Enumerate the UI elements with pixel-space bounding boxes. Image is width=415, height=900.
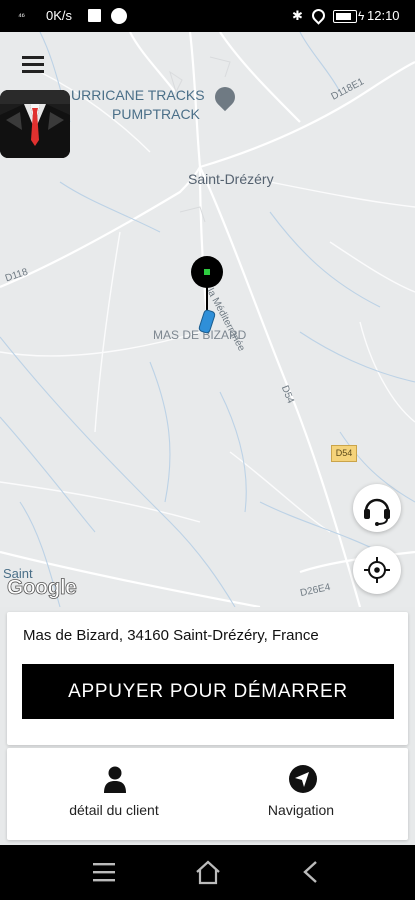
menu-icon[interactable] <box>22 56 48 76</box>
avatar[interactable] <box>0 90 70 158</box>
signal-icon: ⁴⁶ <box>18 11 25 21</box>
image-icon <box>88 9 101 22</box>
start-button[interactable]: APPUYER POUR DÉMARRER <box>22 664 394 719</box>
navigation-button[interactable]: Navigation <box>206 752 396 842</box>
navigation-label: Navigation <box>267 802 335 818</box>
google-attribution: Google <box>7 576 78 600</box>
crosshair-icon <box>364 557 390 583</box>
headset-icon <box>364 498 390 526</box>
driver-avatar-icon <box>0 90 70 158</box>
support-button[interactable] <box>353 484 401 532</box>
client-details-button[interactable]: détail du client <box>19 752 209 842</box>
map-label-village: Saint-Drézéry <box>188 171 274 187</box>
navigation-arrow-icon <box>289 765 317 793</box>
bluetooth-icon: ✱ <box>292 8 303 23</box>
road-badge: D54 <box>331 445 357 462</box>
client-details-label: détail du client <box>69 802 159 818</box>
network-speed: 0K/s <box>46 8 73 23</box>
back-icon[interactable] <box>300 860 320 884</box>
recent-apps-icon[interactable] <box>92 861 116 883</box>
map-label-place-2: PUMPTRACK <box>112 106 200 122</box>
circle-icon <box>111 8 127 24</box>
pickup-address: Mas de Bizard, 34160 Saint-Drézéry, Fran… <box>23 627 319 644</box>
my-location-button[interactable] <box>353 546 401 594</box>
home-icon[interactable] <box>194 859 222 885</box>
battery-icon <box>333 10 357 23</box>
charging-icon: ϟ <box>358 9 365 23</box>
person-icon <box>104 766 126 793</box>
location-icon <box>309 6 328 25</box>
clock: 12:10 <box>367 8 400 23</box>
system-nav-bar <box>0 845 415 900</box>
map-label-place: URRICANE TRACKS <box>71 87 205 103</box>
status-bar: ⁴⁶ 0K/s ✱ ϟ 12:10 <box>0 0 415 32</box>
